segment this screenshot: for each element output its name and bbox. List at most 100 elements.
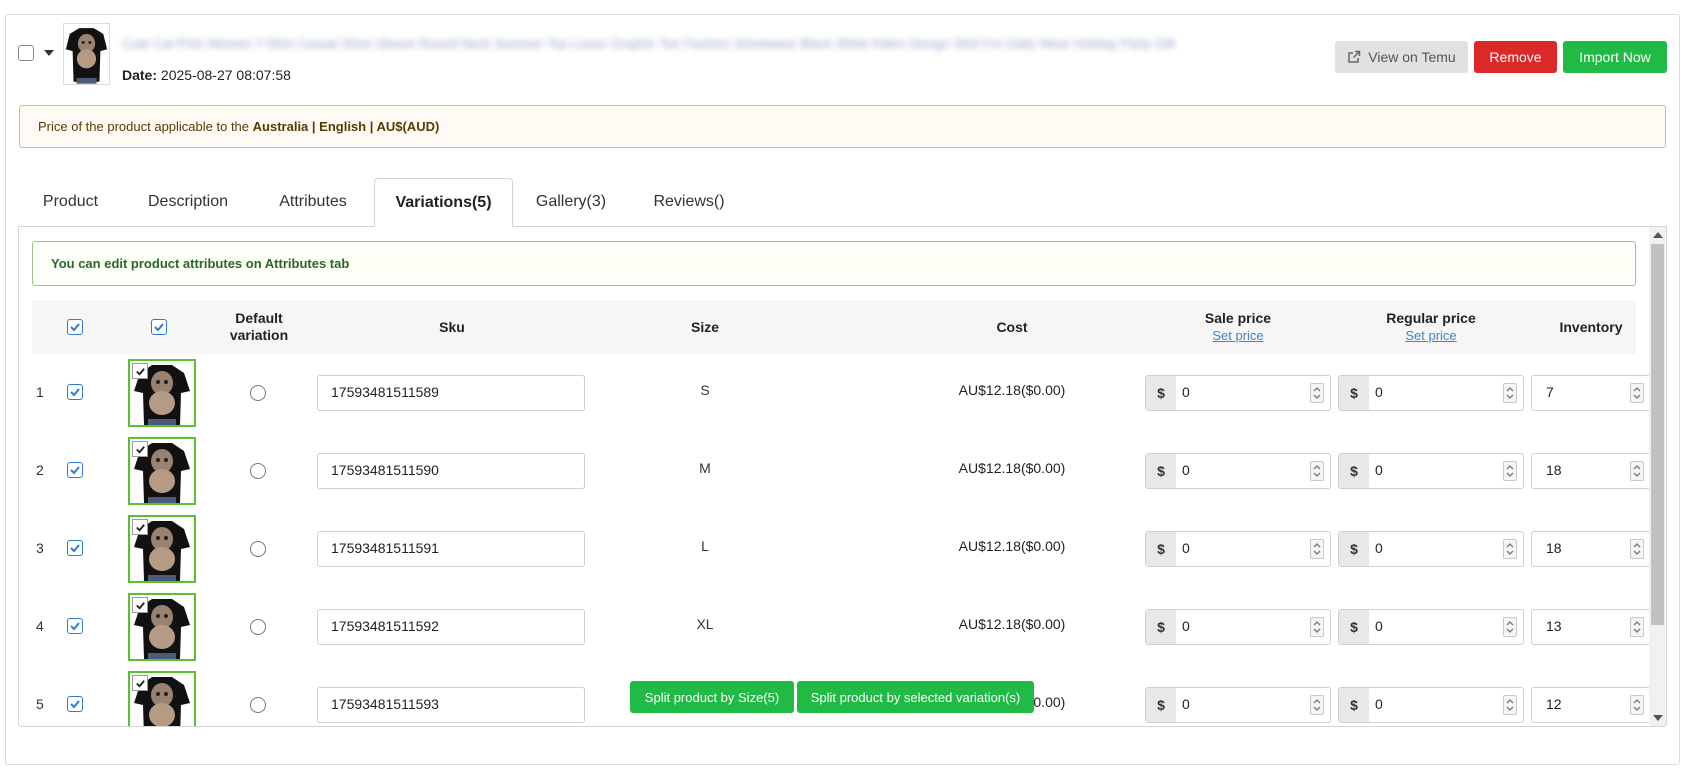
number-stepper[interactable]: [1310, 539, 1324, 559]
check-icon: [70, 544, 80, 553]
remove-button[interactable]: Remove: [1474, 41, 1557, 73]
image-select-checkbox[interactable]: [132, 675, 148, 691]
row-select-checkbox[interactable]: [67, 384, 83, 400]
scrollbar-thumb[interactable]: [1651, 244, 1664, 625]
sku-input[interactable]: 17593481511589: [317, 375, 585, 411]
column-sku: Sku: [439, 318, 465, 335]
number-stepper[interactable]: [1310, 461, 1324, 481]
sku-input[interactable]: 17593481511590: [317, 453, 585, 489]
select-all-images-checkbox[interactable]: [151, 319, 167, 335]
scroll-down-icon[interactable]: [1653, 715, 1663, 721]
number-stepper[interactable]: [1503, 461, 1517, 481]
stepper-arrows-icon: [1313, 387, 1321, 399]
number-stepper[interactable]: [1630, 461, 1644, 481]
number-stepper[interactable]: [1630, 383, 1644, 403]
tab-reviews[interactable]: Reviews(): [642, 178, 736, 226]
regular-set-price-link[interactable]: Set price: [1405, 327, 1456, 344]
image-select-checkbox[interactable]: [132, 597, 148, 613]
split-by-size-button[interactable]: Split product by Size(5): [630, 681, 794, 713]
inventory-input[interactable]: 18: [1531, 453, 1651, 489]
stepper-arrows-icon: [1506, 621, 1514, 633]
tab-description[interactable]: Description: [134, 178, 242, 226]
table-row: 3 17593481511591 L AU$12.18($0.00) $0 $0 18: [32, 510, 1651, 588]
tab-attributes[interactable]: Attributes: [264, 178, 362, 226]
column-inventory: Inventory: [1559, 318, 1623, 335]
variation-thumbnail[interactable]: [128, 593, 196, 661]
regular-price-input[interactable]: $0: [1338, 687, 1524, 723]
variation-thumbnail[interactable]: [128, 671, 196, 726]
view-on-temu-button[interactable]: View on Temu: [1335, 41, 1468, 73]
product-image: [64, 24, 109, 84]
tab-variations[interactable]: Variations(5): [374, 178, 513, 227]
row-select-checkbox[interactable]: [67, 618, 83, 634]
regular-price-input[interactable]: $0: [1338, 609, 1524, 645]
image-select-checkbox[interactable]: [132, 363, 148, 379]
row-select-checkbox[interactable]: [67, 462, 83, 478]
sale-set-price-link[interactable]: Set price: [1212, 327, 1263, 344]
regular-price-input[interactable]: $0: [1338, 531, 1524, 567]
sale-price-input[interactable]: $0: [1145, 453, 1331, 489]
regular-price-label: Regular price: [1386, 310, 1476, 326]
stepper-arrows-icon: [1633, 387, 1641, 399]
sku-input[interactable]: 17593481511593: [317, 687, 585, 723]
chevron-down-icon[interactable]: [44, 50, 54, 56]
number-stepper[interactable]: [1310, 617, 1324, 637]
number-stepper[interactable]: [1310, 695, 1324, 715]
scroll-up-icon[interactable]: [1653, 232, 1663, 238]
row-select-checkbox[interactable]: [67, 540, 83, 556]
sku-input[interactable]: 17593481511591: [317, 531, 585, 567]
inventory-value: 12: [1546, 696, 1562, 712]
sale-price-input[interactable]: $0: [1145, 375, 1331, 411]
check-icon: [70, 388, 80, 397]
regular-price-value: 0: [1375, 462, 1383, 478]
sale-price-input[interactable]: $0: [1145, 687, 1331, 723]
default-variation-radio[interactable]: [250, 697, 266, 713]
view-on-temu-label: View on Temu: [1368, 49, 1456, 65]
variation-thumbnail[interactable]: [128, 359, 196, 427]
number-stepper[interactable]: [1503, 617, 1517, 637]
default-variation-radio[interactable]: [250, 463, 266, 479]
inventory-value: 18: [1546, 462, 1562, 478]
number-stepper[interactable]: [1630, 617, 1644, 637]
row-select-checkbox[interactable]: [67, 696, 83, 712]
product-date: Date: 2025-08-27 08:07:58: [122, 67, 291, 83]
import-now-button[interactable]: Import Now: [1563, 41, 1667, 73]
default-variation-radio[interactable]: [250, 385, 266, 401]
date-label: Date:: [122, 67, 158, 83]
check-icon: [135, 601, 145, 610]
table-row: 2 17593481511590 M AU$12.18($0.00) $0 $0 18: [32, 432, 1651, 510]
image-select-checkbox[interactable]: [132, 519, 148, 535]
number-stepper[interactable]: [1503, 383, 1517, 403]
regular-price-input[interactable]: $0: [1338, 453, 1524, 489]
tab-gallery[interactable]: Gallery(3): [527, 178, 615, 226]
number-stepper[interactable]: [1503, 695, 1517, 715]
inventory-input[interactable]: 7: [1531, 375, 1651, 411]
number-stepper[interactable]: [1630, 695, 1644, 715]
image-select-checkbox[interactable]: [132, 441, 148, 457]
stepper-arrows-icon: [1313, 699, 1321, 711]
regular-price-value: 0: [1375, 384, 1383, 400]
regular-price-input[interactable]: $0: [1338, 375, 1524, 411]
default-variation-radio[interactable]: [250, 541, 266, 557]
sku-input[interactable]: 17593481511592: [317, 609, 585, 645]
number-stepper[interactable]: [1310, 383, 1324, 403]
variation-thumbnail[interactable]: [128, 437, 196, 505]
inventory-input[interactable]: 18: [1531, 531, 1651, 567]
default-variation-radio[interactable]: [250, 619, 266, 635]
tab-product[interactable]: Product: [30, 178, 111, 226]
product-select-checkbox[interactable]: [18, 45, 34, 61]
inventory-input[interactable]: 12: [1531, 687, 1651, 723]
sale-price-input[interactable]: $0: [1145, 531, 1331, 567]
number-stepper[interactable]: [1630, 539, 1644, 559]
select-all-checkbox[interactable]: [67, 319, 83, 335]
size-value: M: [699, 460, 711, 476]
panel-scrollbar[interactable]: [1649, 227, 1666, 726]
inventory-input[interactable]: 13: [1531, 609, 1651, 645]
variation-thumbnail[interactable]: [128, 515, 196, 583]
sale-price-input[interactable]: $0: [1145, 609, 1331, 645]
product-title[interactable]: Cute Cat Print Women T-Shirt Casual Shor…: [122, 36, 1322, 64]
split-by-selected-button[interactable]: Split product by selected variation(s): [797, 681, 1034, 713]
check-icon: [135, 523, 145, 532]
number-stepper[interactable]: [1503, 539, 1517, 559]
stepper-arrows-icon: [1506, 387, 1514, 399]
